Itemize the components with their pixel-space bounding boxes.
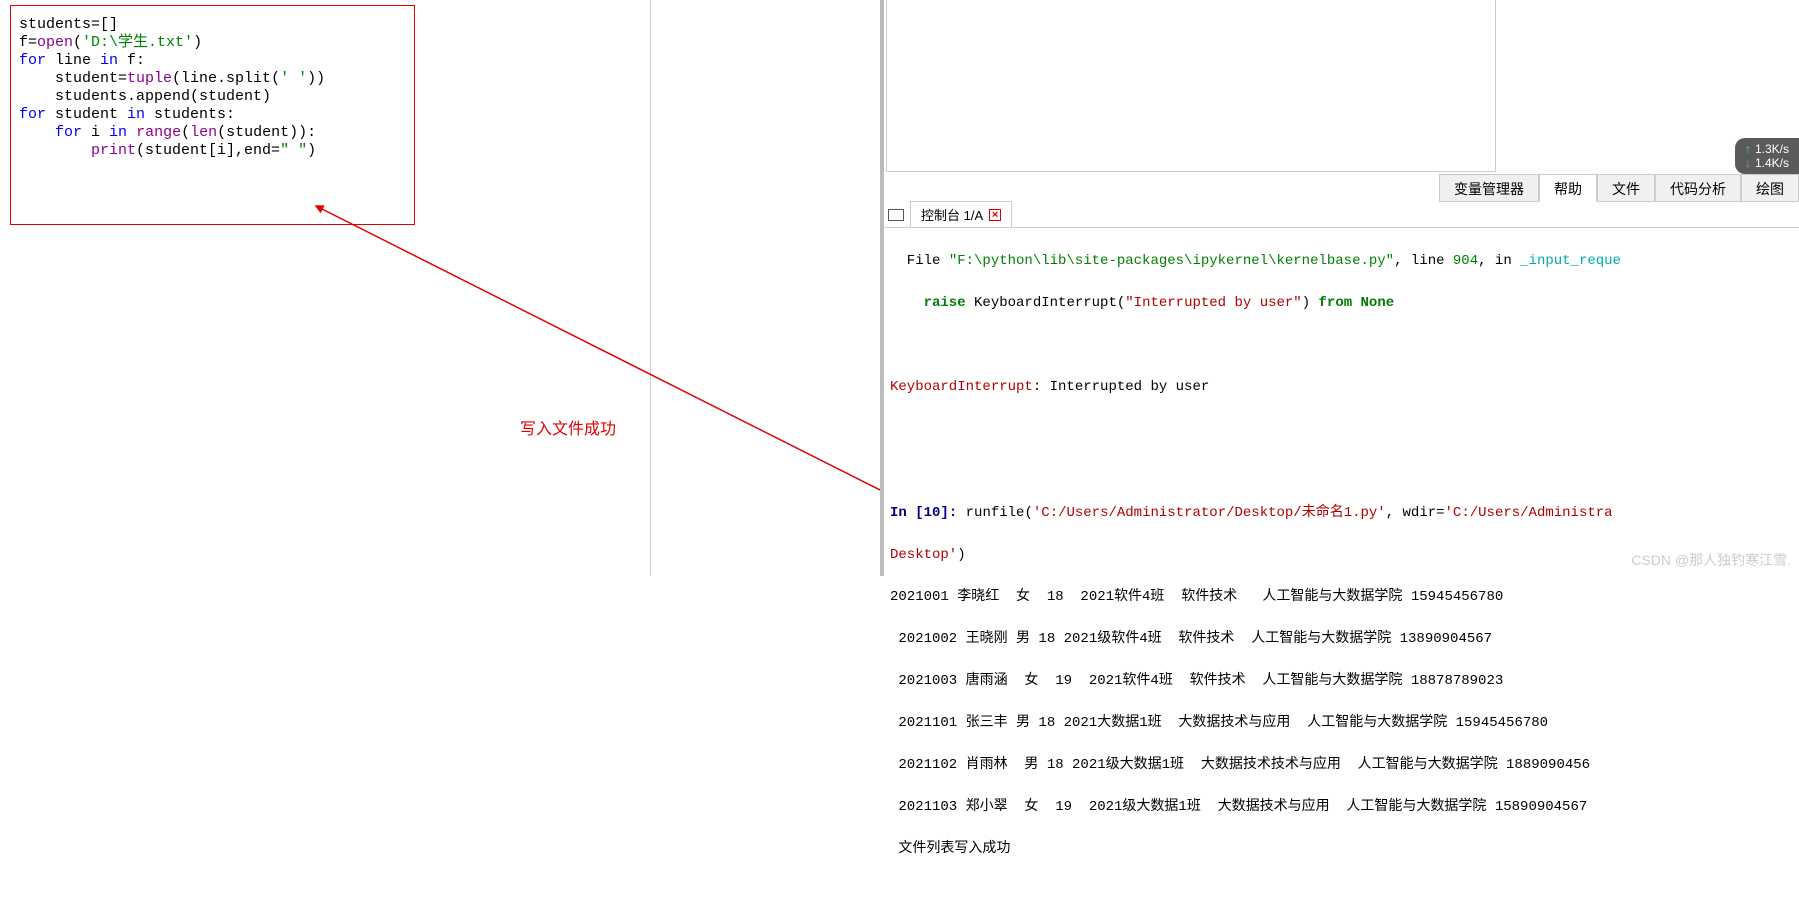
code-line: students.append(student) — [19, 88, 406, 106]
code-line: for line in f: — [19, 52, 406, 70]
panel-tabs: 变量管理器 帮助 文件 代码分析 绘图 — [1439, 174, 1799, 202]
watermark: CSDN @那人独钓寒江雪. — [1631, 550, 1791, 570]
tab-variable-explorer[interactable]: 变量管理器 — [1439, 174, 1539, 202]
traceback-line: raise KeyboardInterrupt("Interrupted by … — [890, 293, 1799, 314]
code-line: print(student[i],end=" ") — [19, 142, 406, 160]
code-line: for student in students: — [19, 106, 406, 124]
blank-line — [890, 461, 1799, 482]
tab-files[interactable]: 文件 — [1597, 174, 1655, 202]
console-tab-bar: 控制台 1/A × — [884, 202, 1799, 228]
download-speed: 1.4K/s — [1755, 156, 1789, 170]
help-content-area — [886, 0, 1496, 172]
code-line: for i in range(len(student)): — [19, 124, 406, 142]
output-row: 2021001 李晓红 女 18 2021软件4班 软件技术 人工智能与大数据学… — [890, 587, 1799, 608]
output-row: 2021002 王晓刚 男 18 2021级软件4班 软件技术 人工智能与大数据… — [890, 629, 1799, 650]
console-tab[interactable]: 控制台 1/A × — [910, 201, 1012, 228]
download-icon: ↓ — [1745, 156, 1751, 170]
upload-speed: 1.3K/s — [1755, 142, 1789, 156]
tab-plots[interactable]: 绘图 — [1741, 174, 1799, 202]
output-row: 文件列表写入成功 — [890, 839, 1799, 860]
right-pane: ↑ 1.3K/s ↓ 1.4K/s 变量管理器 帮助 文件 代码分析 绘图 控制台 … — [880, 0, 1799, 576]
code-editor-pane: students=[] f=open('D:\学生.txt') for line… — [0, 0, 880, 576]
input-line: In [10]: runfile('C:/Users/Administrator… — [890, 503, 1799, 524]
pane-divider — [650, 0, 651, 576]
tab-code-analysis[interactable]: 代码分析 — [1655, 174, 1741, 202]
code-line: students=[] — [19, 16, 406, 34]
error-line: KeyboardInterrupt: Interrupted by user — [890, 377, 1799, 398]
output-row: 2021003 唐雨涵 女 19 2021软件4班 软件技术 人工智能与大数据学… — [890, 671, 1799, 692]
tab-help[interactable]: 帮助 — [1539, 174, 1597, 202]
close-icon[interactable]: × — [989, 209, 1001, 221]
code-annotation-box: students=[] f=open('D:\学生.txt') for line… — [10, 5, 415, 225]
blank-line — [890, 419, 1799, 440]
output-row: 2021101 张三丰 男 18 2021大数据1班 大数据技术与应用 人工智能… — [890, 713, 1799, 734]
upload-icon: ↑ — [1745, 142, 1751, 156]
console-tab-label: 控制台 1/A — [921, 205, 983, 224]
output-row: 2021102 肖雨林 男 18 2021级大数据1班 大数据技术技术与应用 人… — [890, 755, 1799, 776]
traceback-line: File "F:\python\lib\site-packages\ipyker… — [890, 251, 1799, 272]
annotation-label: 写入文件成功 — [520, 415, 616, 439]
code-line: student=tuple(line.split(' ')) — [19, 70, 406, 88]
blank-line — [890, 335, 1799, 356]
output-row: 2021103 郑小翠 女 19 2021级大数据1班 大数据技术与应用 人工智… — [890, 797, 1799, 818]
network-speed-widget: ↑ 1.3K/s ↓ 1.4K/s — [1735, 138, 1799, 174]
code-line: f=open('D:\学生.txt') — [19, 34, 406, 52]
console-icon — [888, 209, 904, 221]
